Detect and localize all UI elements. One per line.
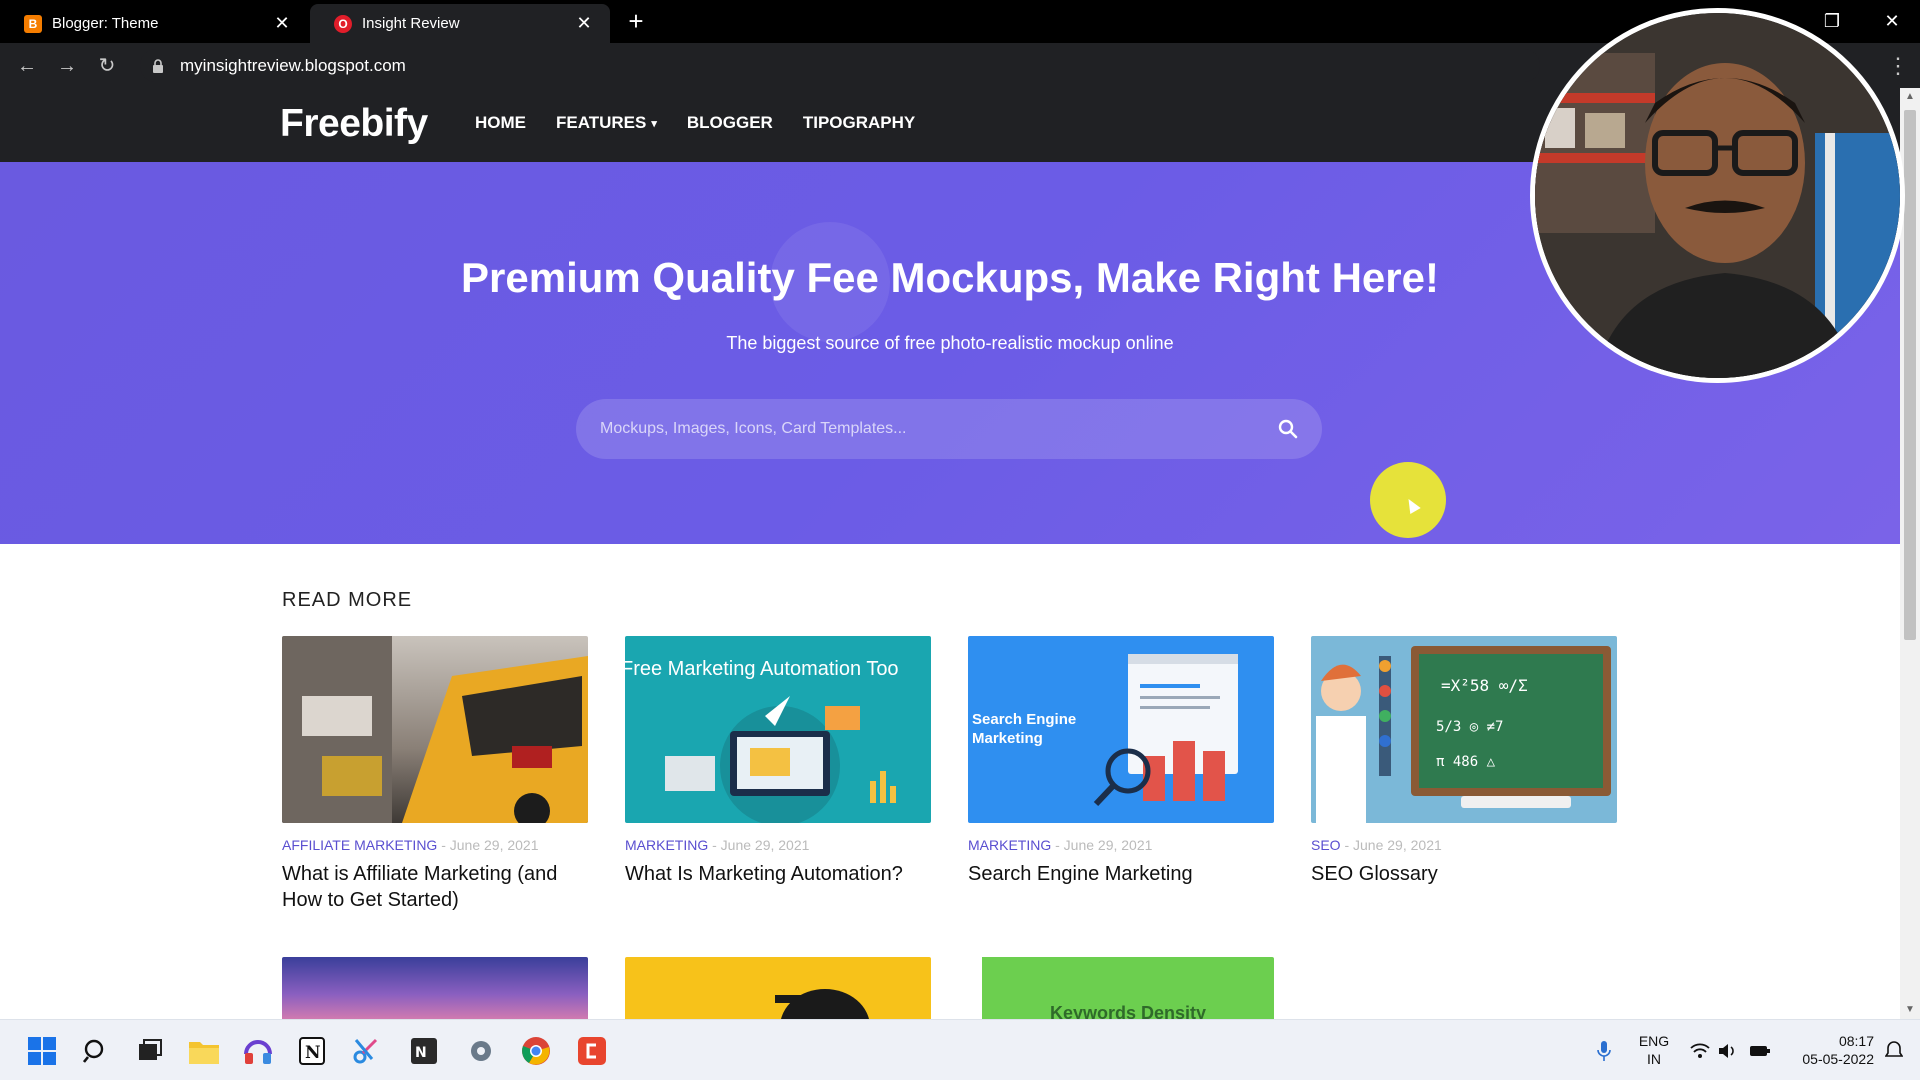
close-tab-icon[interactable]: ✕ — [574, 13, 594, 34]
post-card[interactable]: Free Marketing Automation Too MARKETING … — [625, 636, 931, 887]
site-logo[interactable]: Freebify — [280, 102, 428, 146]
post-category[interactable]: SEO — [1311, 837, 1341, 853]
post-thumbnail-keywords-density[interactable]: Keywords Density — [968, 957, 1274, 1019]
search-input[interactable] — [600, 420, 1278, 438]
opera-icon: O — [334, 14, 352, 33]
nav-features[interactable]: FEATURES ▾ — [556, 113, 657, 133]
nav-home[interactable]: HOME — [475, 113, 526, 133]
screen-recorder-icon[interactable] — [576, 1035, 608, 1067]
post-card[interactable]: Search Engine Marketing MARKETING - June… — [968, 636, 1274, 887]
post-category[interactable]: MARKETING — [968, 837, 1051, 853]
post-card[interactable]: AFFILIATE MARKETING - June 29, 2021 What… — [282, 636, 588, 913]
address-bar[interactable]: myinsightreview.blogspot.com — [140, 49, 1540, 82]
notion-icon[interactable]: N — [296, 1035, 328, 1067]
post-title[interactable]: What Is Marketing Automation? — [625, 861, 931, 887]
browser-menu-icon[interactable]: ⋮ — [1886, 51, 1910, 81]
post-thumbnail-taxi[interactable] — [282, 636, 588, 823]
region-code: IN — [1647, 1051, 1661, 1067]
forward-button[interactable]: → — [52, 51, 82, 81]
back-button[interactable]: ← — [12, 51, 42, 81]
post-card[interactable]: =X²58 ∞/Σ 5/3 ◎ ≠7 π 486 △ SEO - June 29… — [1311, 636, 1617, 887]
cursor-highlight — [1370, 462, 1446, 538]
webcam-overlay — [1530, 8, 1905, 383]
post-category[interactable]: AFFILIATE MARKETING — [282, 837, 437, 853]
post-date: - June 29, 2021 — [708, 837, 810, 853]
headphones-app-icon[interactable] — [242, 1035, 274, 1067]
clock-date: 05-05-2022 — [1802, 1051, 1874, 1067]
main-nav: HOME FEATURES ▾ BLOGGER TIPOGRAPHY — [475, 113, 915, 133]
url-text: myinsightreview.blogspot.com — [180, 55, 406, 75]
battery-icon[interactable] — [1744, 1035, 1776, 1067]
post-title[interactable]: What is Affiliate Marketing (and How to … — [282, 861, 588, 913]
post-date: - June 29, 2021 — [437, 837, 539, 853]
post-title[interactable]: SEO Glossary — [1311, 861, 1617, 887]
close-tab-icon[interactable]: ✕ — [272, 13, 292, 34]
windows-start-icon[interactable] — [26, 1035, 58, 1067]
automation-illustration — [665, 696, 896, 823]
nav-blogger[interactable]: BLOGGER — [687, 113, 773, 133]
svg-text:N: N — [415, 1045, 427, 1061]
search-icon[interactable] — [1278, 419, 1298, 439]
post-date: - June 29, 2021 — [1340, 837, 1442, 853]
post-thumbnail-seo-glossary[interactable]: =X²58 ∞/Σ 5/3 ◎ ≠7 π 486 △ — [1311, 636, 1617, 823]
snipping-tool-icon[interactable] — [350, 1035, 382, 1067]
windows-taskbar: N N ENG IN 08:17 05-05-2022 — [0, 1019, 1920, 1080]
tab-insight-review[interactable]: O Insight Review ✕ — [310, 4, 610, 43]
tab-blogger-theme[interactable]: B Blogger: Theme ✕ — [0, 4, 308, 43]
reload-button[interactable]: ↻ — [92, 51, 122, 81]
chrome-icon[interactable] — [520, 1035, 552, 1067]
post-category[interactable]: MARKETING — [625, 837, 708, 853]
scrollbar-thumb[interactable] — [1904, 110, 1916, 640]
post-title[interactable]: Search Engine Marketing — [968, 861, 1274, 887]
post-thumbnail-yellow[interactable] — [625, 957, 931, 1019]
svg-text:N: N — [305, 1043, 321, 1063]
post-thumbnail-marketing-automation[interactable]: Free Marketing Automation Too — [625, 636, 931, 823]
nav-blogger-label: BLOGGER — [686, 113, 773, 132]
read-more-heading: READ MORE — [282, 589, 413, 611]
language-code: ENG — [1638, 1033, 1670, 1049]
nav-home-label: HOME — [475, 113, 526, 132]
restore-window-icon[interactable]: ❐ — [1812, 6, 1852, 36]
tab-title: Blogger: Theme — [52, 15, 159, 32]
file-explorer-icon[interactable] — [188, 1035, 220, 1067]
nav-tipography-label: TIPOGRAPHY — [802, 113, 916, 132]
tab-title: Insight Review — [362, 15, 460, 32]
new-tab-button[interactable]: + — [622, 6, 650, 36]
svg-text:5/3 ◎ ≠7: 5/3 ◎ ≠7 — [1436, 719, 1503, 735]
terminal-app-icon[interactable]: N — [408, 1035, 440, 1067]
notification-icon[interactable] — [1878, 1035, 1910, 1067]
nav-features-label: FEATURES — [556, 113, 647, 132]
settings-gear-icon[interactable] — [465, 1035, 497, 1067]
scroll-down-icon[interactable]: ▼ — [1900, 1001, 1920, 1019]
close-window-icon[interactable]: ✕ — [1872, 6, 1912, 36]
lock-icon — [153, 58, 163, 73]
scroll-up-icon[interactable]: ▲ — [1900, 88, 1920, 106]
thumbnail-caption: Keywords Density — [1049, 1003, 1207, 1019]
blogger-icon: B — [24, 14, 42, 33]
taxi-street-image — [282, 636, 588, 823]
mouse-pointer-icon — [1403, 495, 1421, 515]
post-thumbnail-sem[interactable]: Search Engine Marketing — [968, 636, 1274, 823]
search-box — [576, 399, 1322, 459]
volume-icon[interactable] — [1712, 1035, 1744, 1067]
character-illustration — [775, 989, 869, 1019]
page-scrollbar[interactable]: ▲ ▼ — [1900, 88, 1920, 1019]
search-icon[interactable] — [80, 1035, 112, 1067]
microphone-icon[interactable] — [1588, 1035, 1620, 1067]
clock[interactable]: 08:17 05-05-2022 — [1784, 1032, 1874, 1068]
post-date: - June 29, 2021 — [1051, 837, 1153, 853]
sem-illustration — [1093, 654, 1238, 807]
chalkboard-illustration: =X²58 ∞/Σ 5/3 ◎ ≠7 π 486 △ — [1316, 646, 1611, 823]
task-view-icon[interactable] — [134, 1035, 166, 1067]
presenter-video — [1535, 13, 1900, 378]
thumbnail-green-panel: Keywords Density — [982, 957, 1274, 1019]
clock-time: 08:17 — [1838, 1033, 1874, 1049]
nav-tipography[interactable]: TIPOGRAPHY — [803, 113, 915, 133]
chevron-down-icon: ▾ — [651, 117, 657, 130]
svg-text:=X²58 ∞/Σ: =X²58 ∞/Σ — [1441, 676, 1528, 695]
svg-text:π 486 △: π 486 △ — [1436, 754, 1496, 770]
language-indicator[interactable]: ENG IN — [1634, 1032, 1674, 1068]
post-thumbnail-sky[interactable] — [282, 957, 588, 1019]
